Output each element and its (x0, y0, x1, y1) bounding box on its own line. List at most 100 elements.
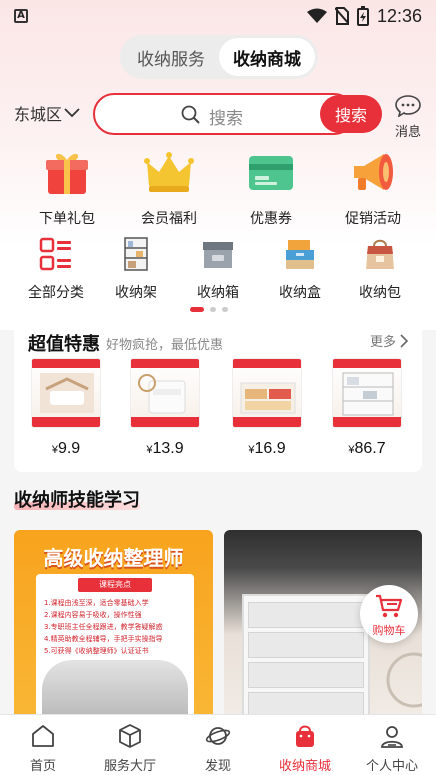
tab-storage-service[interactable]: 收纳服务 (123, 38, 219, 76)
page-indicator (190, 307, 228, 312)
category-all[interactable]: 全部分类 (26, 236, 86, 302)
notification-badge-icon: A (14, 9, 28, 23)
product-image (232, 358, 302, 428)
deals-card: 超值特惠 好物疯抢，最低优惠 更多 ¥9.9 ¥13.9 ¥16.9 ¥86.7 (14, 320, 422, 472)
storage-box-icon (203, 242, 233, 268)
megaphone-icon (354, 154, 393, 190)
product-image (31, 358, 101, 428)
category-label: 全部分类 (28, 285, 84, 301)
cart-button[interactable]: 购物车 (360, 585, 418, 643)
course-highlights-label: 课程亮点 (78, 578, 152, 592)
message-label: 消息 (394, 125, 421, 140)
cart-label: 购物车 (372, 624, 406, 637)
rack-icon (124, 237, 148, 271)
course-banner[interactable]: 高级收纳整理师 课程亮点 1.课程由浅至深，适合零基础入学 2.课程内容易于吸收… (14, 530, 213, 720)
nav-profile[interactable]: 个人中心 (352, 723, 432, 774)
storage-bag-icon (366, 239, 394, 269)
product-price: ¥9.9 (51, 440, 81, 457)
crown-icon (144, 152, 194, 192)
clock: 12:36 (376, 5, 422, 26)
grid-icon (39, 237, 71, 271)
page-dot (210, 307, 216, 312)
drawer-unit-photo (242, 594, 370, 720)
feature-label: 促销活动 (345, 211, 401, 227)
nav-discover[interactable]: 发现 (178, 723, 258, 774)
district-label: 东城区 (14, 105, 63, 124)
feature-coupon[interactable]: 优惠券 (240, 148, 302, 228)
category-label: 收纳盒 (279, 285, 321, 301)
chevron-down-icon (64, 108, 80, 118)
home-icon (32, 725, 54, 747)
product-card[interactable]: ¥16.9 (232, 358, 302, 458)
course-heading: 高级收纳整理师 (43, 546, 184, 570)
shopping-cart-icon (376, 594, 403, 618)
product-price: ¥13.9 (146, 440, 184, 457)
chevron-right-icon (400, 333, 408, 348)
nav-label: 个人中心 (365, 759, 418, 774)
storage-case-icon (286, 240, 314, 269)
feature-member[interactable]: 会员福利 (138, 148, 200, 228)
mode-switch: 收纳服务 收纳商城 (120, 35, 318, 79)
clock-decoration (386, 652, 422, 708)
planet-icon (205, 727, 231, 745)
feature-label: 优惠券 (250, 211, 292, 227)
search-input[interactable]: 搜索 (93, 93, 355, 135)
more-label: 更多 (369, 335, 396, 350)
nav-label: 首页 (29, 759, 56, 774)
feature-label: 下单礼包 (39, 211, 95, 227)
coupon-icon (249, 156, 293, 190)
gift-icon (46, 153, 88, 194)
category-label: 收纳箱 (197, 285, 239, 301)
wifi-icon (306, 8, 327, 23)
deals-more-link[interactable]: 更多 (370, 331, 408, 350)
tab-storage-mall[interactable]: 收纳商城 (219, 38, 315, 76)
search-row: 东城区 搜索 搜索 消息 (0, 93, 436, 140)
search-placeholder: 搜索 (209, 109, 243, 129)
product-price: ¥86.7 (348, 440, 386, 457)
deals-title: 超值特惠 (28, 334, 100, 355)
search-button[interactable]: 搜索 (320, 95, 382, 133)
category-bag[interactable]: 收纳包 (350, 236, 410, 302)
district-selector[interactable]: 东城区 (14, 101, 80, 125)
cube-icon (119, 724, 141, 748)
nav-service-hall[interactable]: 服务大厅 (90, 723, 170, 774)
bag-icon (296, 725, 314, 747)
course-line: 4.精英助教全程辅导，手把手实操指导 (44, 635, 163, 643)
nav-label: 服务大厅 (103, 759, 156, 774)
product-card[interactable]: ¥9.9 (31, 358, 101, 458)
message-button[interactable]: 消息 (394, 95, 422, 140)
feature-label: 会员福利 (141, 211, 197, 227)
page-dot (222, 307, 228, 312)
category-label: 收纳包 (359, 285, 401, 301)
bottom-nav: 首页 服务大厅 发现 收纳商城 个人中心 (0, 714, 436, 775)
battery-icon (356, 6, 369, 26)
feature-gift[interactable]: 下单礼包 (36, 148, 98, 228)
product-price: ¥16.9 (248, 440, 286, 457)
person-icon (381, 726, 403, 748)
nav-storage-mall[interactable]: 收纳商城 (265, 723, 345, 774)
product-image (332, 358, 402, 428)
page-dot-active (190, 307, 204, 312)
status-bar: A 12:36 (0, 0, 436, 32)
course-line: 3.专职班主任全程跟进，教学答疑解惑 (44, 623, 163, 631)
product-image (130, 358, 200, 428)
course-line: 2.课程内容易于吸收，操作性强 (44, 611, 142, 619)
product-card[interactable]: ¥86.7 (332, 358, 402, 458)
nav-home[interactable]: 首页 (3, 723, 83, 774)
deals-subtitle: 好物疯抢，最低优惠 (106, 338, 224, 353)
category-rack[interactable]: 收纳架 (106, 236, 166, 302)
course-line: 5.可获得《收纳整理师》认证证书 (44, 647, 149, 655)
search-icon (181, 105, 200, 124)
category-box[interactable]: 收纳箱 (188, 236, 248, 302)
course-line: 1.课程由浅至深，适合零基础入学 (44, 599, 149, 607)
no-sim-icon (334, 7, 349, 25)
product-card[interactable]: ¥13.9 (130, 358, 200, 458)
chat-bubble-icon (395, 95, 421, 118)
classroom-photo (42, 660, 188, 720)
section-title: 收纳师技能学习 (14, 490, 140, 511)
category-label: 收纳架 (115, 285, 157, 301)
category-case[interactable]: 收纳盒 (270, 236, 330, 302)
nav-label: 收纳商城 (278, 759, 331, 774)
nav-label: 发现 (204, 759, 231, 774)
feature-promotion[interactable]: 促销活动 (342, 148, 404, 228)
